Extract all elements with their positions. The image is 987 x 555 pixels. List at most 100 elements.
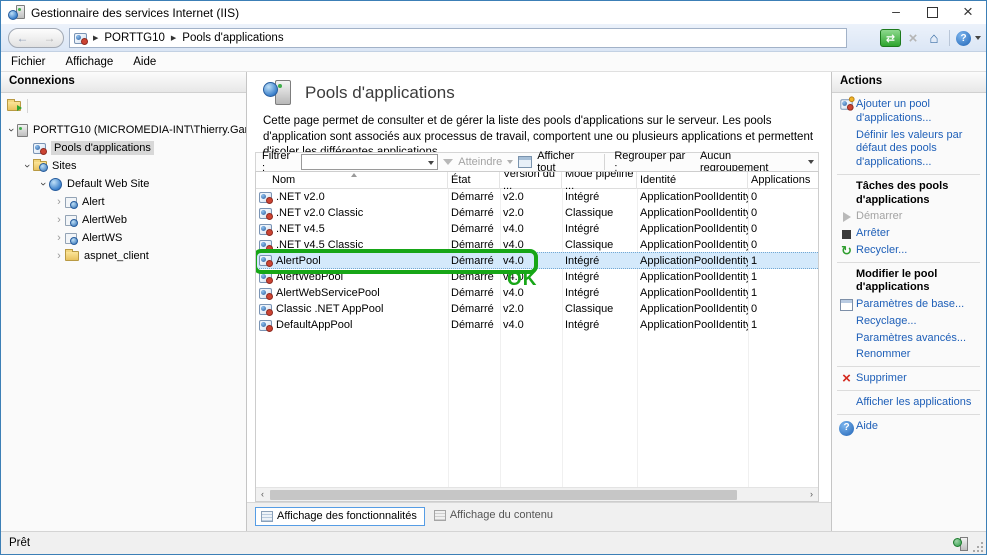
table-row[interactable]: .NET v4.5 Classic Démarré v4.0 Classique… <box>256 237 818 253</box>
connections-header: Connexions <box>1 72 246 93</box>
action-help[interactable]: ? Aide <box>837 420 980 436</box>
chevron-down-icon[interactable] <box>428 161 434 165</box>
action-advanced-settings[interactable]: Paramètres avancés... <box>837 332 980 346</box>
chevron-right-icon[interactable] <box>53 232 65 244</box>
delete-icon <box>842 373 851 386</box>
action-delete[interactable]: Supprimer <box>837 372 980 386</box>
tasks-heading: Tâches des pools d'applications <box>837 180 980 208</box>
toolbar-divider <box>604 154 605 170</box>
action-recycle[interactable]: Recycler... <box>837 244 980 258</box>
sort-ascending-icon <box>351 173 357 177</box>
actions-divider <box>837 390 980 391</box>
chevron-down-icon[interactable] <box>5 124 17 136</box>
action-start: Démarrer <box>837 210 980 224</box>
chevron-right-icon[interactable] <box>53 250 65 262</box>
recycle-icon <box>841 245 852 258</box>
table-row[interactable]: DefaultAppPool Démarré v4.0 Intégré Appl… <box>256 317 818 333</box>
iis-manager-window: Gestionnaire des services Internet (IIS)… <box>0 0 987 555</box>
address-bar: ← → ▶ PORTTG10 ▶ Pools d'applications ? <box>1 24 986 52</box>
table-row[interactable]: Classic .NET AppPool Démarré v2.0 Classi… <box>256 301 818 317</box>
toolbar-divider <box>27 99 28 113</box>
scrollbar-thumb[interactable] <box>270 490 737 500</box>
menu-aide[interactable]: Aide <box>133 56 156 68</box>
breadcrumb-separator-icon: ▶ <box>171 34 176 42</box>
tree-item-sites[interactable]: Sites <box>1 157 246 175</box>
tree-item-aspnet-client[interactable]: aspnet_client <box>1 247 246 265</box>
view-tabs: Affichage des fonctionnalités Affichage … <box>247 502 831 531</box>
settings-icon <box>840 299 853 311</box>
action-rename[interactable]: Renommer <box>837 348 980 362</box>
pools-table: Nom État Version du ... Mode pipeline ..… <box>255 171 819 502</box>
table-row[interactable]: AlertWebPool Démarré v4.0 Intégré Applic… <box>256 269 818 285</box>
menu-fichier[interactable]: Fichier <box>11 56 46 68</box>
action-view-applications[interactable]: Afficher les applications <box>837 396 980 410</box>
add-pool-icon <box>840 99 852 109</box>
status-bar: Prêt <box>1 531 986 554</box>
tab-features-view[interactable]: Affichage des fonctionnalités <box>255 507 425 526</box>
refresh-icon[interactable] <box>880 29 901 47</box>
feature-view: Pools d'applications Cette page permet d… <box>247 72 832 531</box>
table-row[interactable]: AlertWebServicePool Démarré v4.0 Intégré… <box>256 285 818 301</box>
tree-item-application-pools[interactable]: Pools d'applications <box>1 139 246 157</box>
action-basic-settings[interactable]: Paramètres de base... <box>837 298 980 312</box>
tab-content-view[interactable]: Affichage du contenu <box>429 507 560 524</box>
table-row-selected[interactable]: AlertPool Démarré v4.0 Intégré Applicati… <box>256 252 818 269</box>
help-icon[interactable]: ? <box>956 31 971 46</box>
home-icon[interactable] <box>925 30 943 47</box>
app-pools-icon <box>33 143 46 154</box>
help-dropdown-icon[interactable] <box>975 36 981 40</box>
back-icon[interactable]: ← <box>17 32 29 44</box>
action-recycling[interactable]: Recyclage... <box>837 315 980 329</box>
iis-app-icon <box>8 5 25 20</box>
breadcrumb-server[interactable]: PORTTG10 <box>104 32 165 44</box>
tree-item-alertws[interactable]: AlertWS <box>1 229 246 247</box>
action-stop[interactable]: Arrêter <box>837 227 980 241</box>
action-add-pool[interactable]: Ajouter un pool d'applications... <box>837 98 980 126</box>
breadcrumb-page[interactable]: Pools d'applications <box>182 32 283 44</box>
app-pools-icon <box>74 33 87 44</box>
column-etat[interactable]: État <box>448 172 500 189</box>
column-nom[interactable]: Nom <box>256 172 448 189</box>
help-icon: ? <box>839 421 854 436</box>
go-button: Atteindre <box>458 156 502 168</box>
actions-divider <box>837 174 980 175</box>
table-row[interactable]: .NET v2.0 Classic Démarré v2.0 Classique… <box>256 205 818 221</box>
tree-item-alert[interactable]: Alert <box>1 193 246 211</box>
chevron-right-icon[interactable] <box>53 196 65 208</box>
breadcrumb[interactable]: ▶ PORTTG10 ▶ Pools d'applications <box>69 28 847 48</box>
scroll-left-icon[interactable]: ‹ <box>256 488 269 501</box>
chevron-down-icon[interactable] <box>37 178 49 190</box>
server-status-icon <box>953 537 968 552</box>
forward-icon[interactable]: → <box>44 32 56 44</box>
application-icon <box>65 215 77 226</box>
scroll-right-icon[interactable]: › <box>805 488 818 501</box>
tree-item-alertweb[interactable]: AlertWeb <box>1 211 246 229</box>
minimize-button[interactable] <box>878 1 914 24</box>
filter-text-field[interactable] <box>302 155 437 169</box>
column-mode-pipeline[interactable]: Mode pipeline ... <box>562 172 637 189</box>
menu-affichage[interactable]: Affichage <box>66 56 114 68</box>
connections-tree: PORTTG10 (MICROMEDIA-INT\Thierry.Garnier… <box>1 118 246 265</box>
go-filter-icon <box>443 159 453 165</box>
action-set-defaults[interactable]: Définir les valeurs par défaut des pools… <box>837 129 980 170</box>
filter-input[interactable] <box>301 154 438 170</box>
tree-item-default-web-site[interactable]: Default Web Site <box>1 175 246 193</box>
status-text: Prêt <box>9 537 30 549</box>
table-row[interactable]: .NET v4.5 Démarré v4.0 Intégré Applicati… <box>256 221 818 237</box>
close-button[interactable] <box>950 1 986 24</box>
actions-divider <box>837 366 980 367</box>
application-icon <box>65 233 77 244</box>
column-identite[interactable]: Identité <box>637 172 748 189</box>
app-pool-icon <box>259 255 272 266</box>
column-version[interactable]: Version du ... <box>500 172 562 189</box>
breadcrumb-separator-icon: ▶ <box>93 34 98 42</box>
tree-item-server[interactable]: PORTTG10 (MICROMEDIA-INT\Thierry.Garnier… <box>1 121 246 139</box>
save-connection-icon[interactable] <box>7 101 21 111</box>
resize-grip[interactable] <box>971 540 983 552</box>
connections-panel: Connexions PORTTG10 (MICROMEDIA-INT\Thie… <box>1 72 247 531</box>
maximize-button[interactable] <box>914 1 950 24</box>
chevron-down-icon[interactable] <box>21 160 33 172</box>
chevron-right-icon[interactable] <box>53 214 65 226</box>
column-applications[interactable]: Applications <box>748 172 818 189</box>
horizontal-scrollbar[interactable]: ‹ › <box>256 487 818 501</box>
